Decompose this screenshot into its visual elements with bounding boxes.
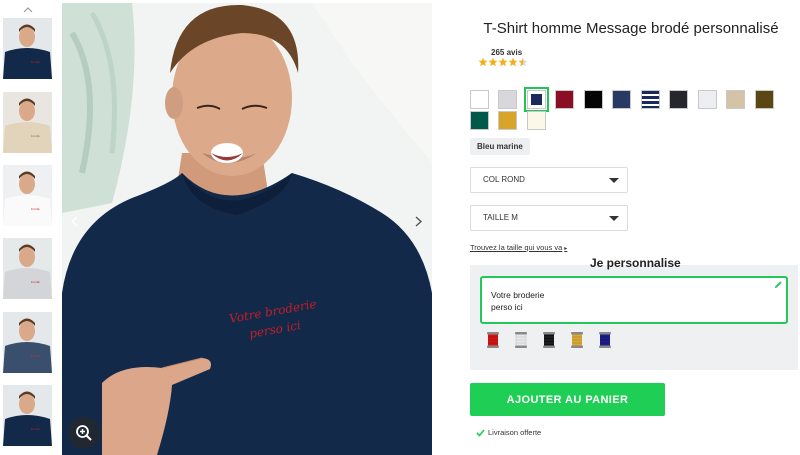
- svg-text:brodé: brodé: [31, 427, 40, 431]
- thumbnail-6[interactable]: brodé: [3, 385, 52, 446]
- chevron-down-icon: [609, 178, 619, 183]
- checkmark-icon: [476, 428, 485, 437]
- star-icon: [508, 57, 518, 67]
- color-swatch-cream[interactable]: [527, 111, 546, 130]
- add-to-cart-button[interactable]: AJOUTER AU PANIER: [470, 383, 665, 416]
- color-swatch-forest-green[interactable]: [470, 111, 489, 130]
- embroidery-text-input[interactable]: Votre broderie perso ici: [480, 276, 788, 324]
- color-swatch-white[interactable]: [470, 90, 489, 109]
- size-select-value: TAILLE M: [483, 213, 518, 222]
- star-icon: [498, 57, 508, 67]
- free-delivery-text: Livraison offerte: [488, 428, 542, 437]
- reviews-count[interactable]: 265 avis: [491, 48, 522, 57]
- personalization-title: Je personnalise: [590, 256, 681, 270]
- thumbnail-3[interactable]: brodé: [3, 165, 52, 226]
- svg-text:brodé: brodé: [31, 60, 40, 64]
- thumbnail-5[interactable]: brodé: [3, 312, 52, 373]
- collar-select[interactable]: COL ROND: [470, 167, 628, 193]
- svg-text:brodé: brodé: [31, 134, 40, 138]
- color-swatch-beige[interactable]: [726, 90, 745, 109]
- chevron-down-icon: [609, 216, 619, 221]
- size-select[interactable]: TAILLE M: [470, 205, 628, 231]
- color-swatch-stripes[interactable]: [641, 90, 660, 109]
- thread-spool-black-icon[interactable]: [540, 331, 558, 349]
- zoom-in-icon[interactable]: [68, 417, 100, 449]
- color-swatch-light-grey[interactable]: [498, 90, 517, 109]
- size-guide-link[interactable]: Trouvez la taille qui vous va ▸: [470, 243, 567, 252]
- thumbnail-4[interactable]: brodé: [3, 238, 52, 299]
- gallery-next-arrow-icon[interactable]: [410, 212, 426, 230]
- svg-text:brodé: brodé: [31, 354, 40, 358]
- main-product-photo: Votre broderie perso ici: [62, 3, 432, 455]
- color-swatch-khaki[interactable]: [755, 90, 774, 109]
- embroidery-text-value: Votre broderie perso ici: [491, 290, 545, 312]
- star-icon: [488, 57, 498, 67]
- color-swatch-mustard[interactable]: [498, 111, 517, 130]
- color-swatch-navy-selected[interactable]: [524, 87, 549, 112]
- pencil-icon: [774, 281, 782, 289]
- thread-spool-red-icon[interactable]: [484, 331, 502, 349]
- color-swatch-charcoal[interactable]: [669, 90, 688, 109]
- product-title: T-Shirt homme Message brodé personnalisé: [483, 20, 779, 37]
- free-delivery-note: Livraison offerte: [476, 428, 541, 437]
- color-swatch-navy-heather[interactable]: [612, 90, 631, 109]
- thumbnail-2[interactable]: brodé: [3, 92, 52, 153]
- selected-color-label: Bleu marine: [470, 138, 530, 155]
- thumbnail-1[interactable]: brodé: [3, 18, 52, 79]
- star-icon: [478, 57, 488, 67]
- size-guide-link-label: Trouvez la taille qui vous va: [470, 243, 563, 252]
- star-rating: [478, 57, 528, 67]
- color-swatch-burgundy[interactable]: [555, 90, 574, 109]
- svg-text:brodé: brodé: [31, 280, 40, 284]
- thread-spool-gold-icon[interactable]: [568, 331, 586, 349]
- thread-spool-white-icon[interactable]: [512, 331, 530, 349]
- color-swatch-ice-grey[interactable]: [698, 90, 717, 109]
- thread-spool-blue-icon[interactable]: [596, 331, 614, 349]
- star-half-icon: [518, 57, 528, 67]
- color-swatch-black[interactable]: [584, 90, 603, 109]
- thread-color-picker: [484, 331, 624, 349]
- collar-select-value: COL ROND: [483, 175, 525, 184]
- thumbnails-up-arrow-icon[interactable]: [20, 4, 36, 16]
- svg-text:brodé: brodé: [31, 207, 40, 211]
- gallery-prev-arrow-icon[interactable]: [66, 212, 82, 230]
- caret-right-icon: ▸: [564, 246, 568, 252]
